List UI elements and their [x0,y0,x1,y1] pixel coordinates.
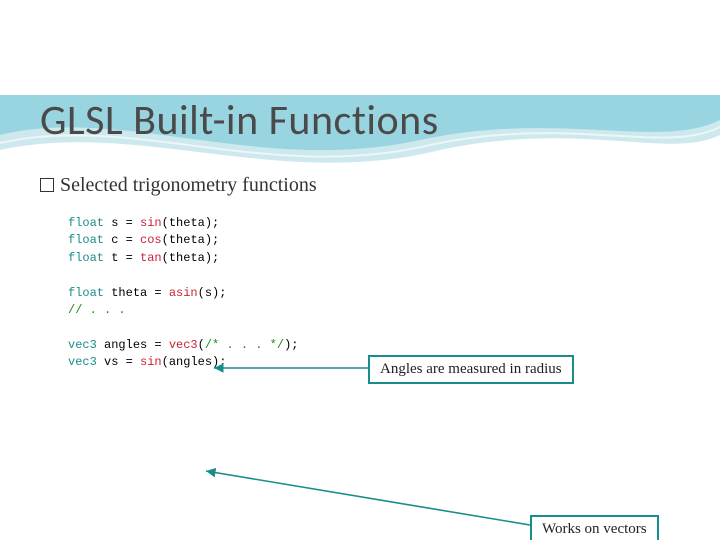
code-text: s = [104,216,140,230]
callout-text: Angles are measured in radius [380,361,562,377]
code-text: ); [284,338,298,352]
code-fn: cos [140,233,162,247]
bullet-box-icon [40,178,54,192]
code-text: (angles); [162,355,227,369]
code-fn: tan [140,251,162,265]
code-type: float [68,216,104,230]
code-fn: asin [169,286,198,300]
code-text: vs = [97,355,140,369]
code-type: vec3 [68,355,97,369]
callout-radians: Angles are measured in radius [368,355,574,384]
code-text: (theta); [162,216,220,230]
code-text: theta = [104,286,169,300]
code-type: vec3 [68,338,97,352]
code-fn: sin [140,355,162,369]
code-fn: sin [140,216,162,230]
code-fn: vec3 [169,338,198,352]
code-text: (theta); [162,251,220,265]
slide-title: GLSL Built-in Functions [40,95,680,146]
code-text: c = [104,233,140,247]
callout-text: Works on vectors [542,521,647,537]
code-type: float [68,251,104,265]
arrow-vectors [200,465,540,535]
code-text: (theta); [162,233,220,247]
code-block: float s = sin(theta); float c = cos(thet… [68,215,680,372]
code-type: float [68,286,104,300]
code-text: ( [198,338,205,352]
code-type: float [68,233,104,247]
subtitle-text: Selected trigonometry functions [60,174,317,196]
code-comment: // . . . [68,303,126,317]
code-comment: /* . . . */ [205,338,284,352]
code-text: angles = [97,338,169,352]
code-text: (s); [198,286,227,300]
code-text: t = [104,251,140,265]
slide-subtitle: Selected trigonometry functions [40,174,680,197]
callout-vectors: Works on vectors component-wise [530,515,659,540]
